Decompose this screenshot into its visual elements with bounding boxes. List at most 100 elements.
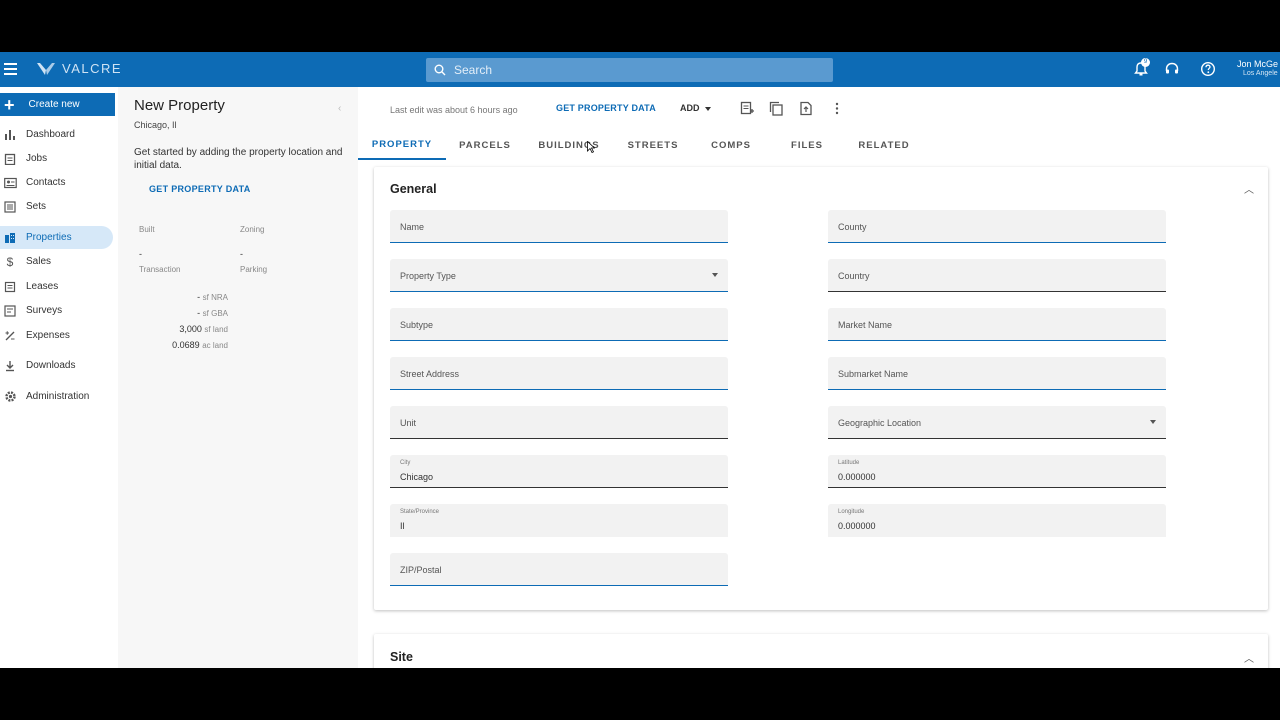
zoning-value: - <box>240 249 243 259</box>
create-new-label: Create new <box>28 99 80 110</box>
sidebar-item-leases[interactable]: Leases <box>0 275 113 298</box>
field-label: Market Name <box>838 320 893 330</box>
get-property-data-link[interactable]: GET PROPERTY DATA <box>149 184 251 194</box>
field-value: 0.000000 <box>838 472 876 482</box>
property-summary-panel: New Property Chicago, Il ‹ Get started b… <box>118 87 358 668</box>
stat-land-sf: 3,000 sf land <box>179 324 228 334</box>
stat-gba: - sf GBA <box>197 308 228 318</box>
property-type-select[interactable]: Property Type <box>390 259 728 292</box>
mouse-cursor-icon <box>587 141 595 153</box>
sidebar-item-downloads[interactable]: Downloads <box>0 354 113 377</box>
sidebar-item-label: Surveys <box>26 305 63 316</box>
tab-property[interactable]: PROPERTY <box>358 130 446 160</box>
field-label: Longitude <box>838 509 865 515</box>
plus-icon: + <box>4 94 15 115</box>
bar-chart-icon <box>3 128 17 142</box>
survey-icon <box>3 304 17 318</box>
menu-icon[interactable] <box>4 63 17 75</box>
sidebar-item-contacts[interactable]: Contacts <box>0 171 113 194</box>
sidebar-item-expenses[interactable]: Expenses <box>0 324 113 347</box>
subtype-field[interactable]: Subtype <box>390 308 728 341</box>
latitude-field[interactable]: Latitude 0.000000 <box>828 455 1166 488</box>
sidebar-item-label: Expenses <box>26 330 70 341</box>
support-headset-icon[interactable] <box>1164 61 1180 77</box>
sidebar-item-properties[interactable]: Properties <box>0 226 113 249</box>
list-icon <box>3 200 17 214</box>
street-address-field[interactable]: Street Address <box>390 357 728 390</box>
sidebar-item-label: Downloads <box>26 360 76 371</box>
tab-streets[interactable]: STREETS <box>618 130 688 160</box>
collapse-panel-icon[interactable]: ‹ <box>338 103 341 114</box>
tab-comps[interactable]: COMPS <box>698 130 764 160</box>
user-location: Los Angele <box>1243 70 1278 77</box>
copy-icon[interactable] <box>769 101 783 116</box>
geographic-location-select[interactable]: Geographic Location <box>828 406 1166 439</box>
name-field[interactable]: Name <box>390 210 728 243</box>
more-options-icon[interactable] <box>830 101 844 116</box>
sidebar-item-label: Jobs <box>26 153 48 164</box>
sidebar-item-sets[interactable]: Sets <box>0 195 113 218</box>
submarket-name-field[interactable]: Submarket Name <box>828 357 1166 390</box>
search-input[interactable] <box>454 63 814 77</box>
field-label: Property Type <box>400 271 456 281</box>
field-label: Submarket Name <box>838 369 909 379</box>
sidebar-item-label: Sales <box>26 256 52 267</box>
sidebar-item-sales[interactable]: $ Sales <box>0 250 113 273</box>
app-frame: VALCRE 9 Jon McGe Los Angele <box>0 52 1280 668</box>
sidebar: + Create new Dashboard Jobs Contacts Set… <box>0 87 118 668</box>
building-icon <box>3 231 17 245</box>
dollar-icon: $ <box>6 254 14 269</box>
tab-bar: PROPERTY PARCELS BUILDINGS STREETS COMPS… <box>358 130 918 160</box>
field-label: Country <box>838 271 870 281</box>
property-location: Chicago, Il <box>134 120 177 130</box>
sidebar-item-administration[interactable]: Administration <box>0 385 113 408</box>
add-note-icon[interactable] <box>740 101 754 116</box>
unit-field[interactable]: Unit <box>390 406 728 439</box>
user-name: Jon McGe <box>1237 59 1279 69</box>
dropdown-arrow-icon <box>712 273 718 277</box>
field-label: Unit <box>400 418 417 428</box>
page-title: New Property <box>134 97 225 114</box>
sidebar-item-surveys[interactable]: Surveys <box>0 299 113 322</box>
download-icon <box>3 359 17 373</box>
parking-label: Parking <box>240 265 268 274</box>
country-field[interactable]: Country <box>828 259 1166 292</box>
search-bar[interactable] <box>426 58 833 82</box>
longitude-field[interactable]: Longitude 0.000000 <box>828 504 1166 537</box>
general-section-card: General ︿ Name Property Type Subtype Str… <box>374 167 1268 610</box>
panel-description: Get started by adding the property locat… <box>134 147 343 171</box>
chevron-up-icon[interactable]: ︿ <box>1244 650 1254 665</box>
field-value: 0.000000 <box>838 521 876 531</box>
field-label: Subtype <box>400 320 434 330</box>
built-label: Built <box>139 225 155 234</box>
stat-unit: sf NRA <box>202 293 228 302</box>
tab-parcels[interactable]: PARCELS <box>450 130 520 160</box>
export-file-icon[interactable] <box>799 101 813 116</box>
sidebar-item-jobs[interactable]: Jobs <box>0 147 113 170</box>
state-province-field[interactable]: State/Province Il <box>390 504 728 537</box>
brand-name: VALCRE <box>62 61 123 76</box>
tab-related[interactable]: RELATED <box>848 130 920 160</box>
tab-buildings[interactable]: BUILDINGS <box>530 130 608 160</box>
tab-files[interactable]: FILES <box>778 130 836 160</box>
sidebar-item-label: Dashboard <box>26 129 75 140</box>
sidebar-item-dashboard[interactable]: Dashboard <box>0 123 113 146</box>
create-new-button[interactable]: + Create new <box>0 93 115 116</box>
brand-logo[interactable]: VALCRE <box>36 61 122 76</box>
city-field[interactable]: City Chicago <box>390 455 728 488</box>
notification-badge: 9 <box>1141 58 1150 67</box>
field-label: Name <box>400 222 425 232</box>
help-icon[interactable] <box>1200 61 1216 77</box>
county-field[interactable]: County <box>828 210 1166 243</box>
built-value: - <box>139 249 142 259</box>
zip-postal-field[interactable]: ZIP/Postal <box>390 553 728 586</box>
user-menu[interactable]: Jon McGe Los Angele <box>1237 59 1278 79</box>
contact-card-icon <box>3 176 17 190</box>
valcre-wing-icon <box>37 62 55 75</box>
market-name-field[interactable]: Market Name <box>828 308 1166 341</box>
chevron-up-icon[interactable]: ︿ <box>1244 181 1254 196</box>
add-dropdown-button[interactable]: ADD <box>680 103 712 113</box>
get-property-data-button[interactable]: GET PROPERTY DATA <box>556 103 656 113</box>
top-bar: VALCRE 9 Jon McGe Los Angele <box>0 52 1280 87</box>
last-edit-status: Last edit was about 6 hours ago <box>390 105 518 115</box>
